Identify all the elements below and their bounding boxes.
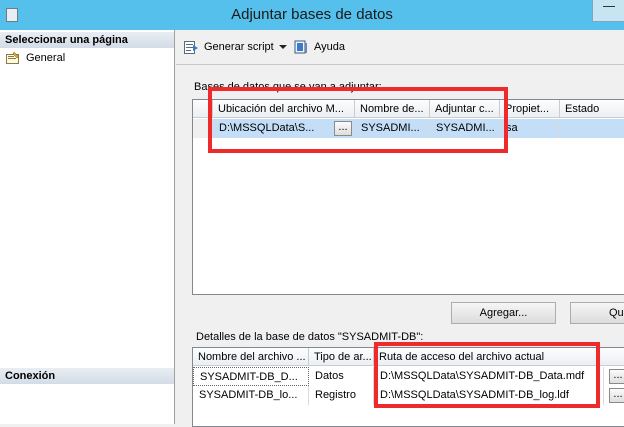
help-book-icon: [294, 40, 307, 54]
chevron-down-icon[interactable]: [278, 38, 288, 56]
sidebar-item-general[interactable]: General: [6, 50, 166, 66]
file-type-cell: Datos: [309, 367, 374, 386]
toolbar-divider: [176, 64, 624, 65]
file-type-cell: Registro: [309, 386, 374, 405]
remove-button[interactable]: Qui: [570, 302, 624, 324]
owner-cell[interactable]: sa: [500, 119, 560, 138]
column-header[interactable]: Estado: [560, 100, 624, 118]
browse-path-button[interactable]: ...: [609, 369, 624, 384]
connection-header: Conexión: [0, 368, 174, 384]
highlight-box: [208, 87, 508, 153]
page-selector-pane: Seleccionar una página General Conexión: [0, 30, 175, 424]
script-icon: [184, 41, 198, 54]
status-cell: [560, 119, 624, 138]
file-name-cell: SYSADMIT-DB_D...: [193, 367, 309, 386]
help-button[interactable]: Ayuda: [294, 38, 354, 56]
window-title: Adjuntar bases de datos: [231, 6, 393, 23]
minimize-button[interactable]: [592, 0, 624, 22]
generate-script-label: Generar script: [204, 41, 274, 53]
select-page-header: Seleccionar una página: [0, 32, 174, 48]
properties-page-icon: [6, 52, 20, 64]
toolbar: Generar script Ayuda: [176, 30, 624, 64]
column-header[interactable]: Propiet...: [500, 100, 560, 118]
browse-path-button[interactable]: ...: [609, 388, 624, 403]
add-button[interactable]: Agregar...: [451, 302, 556, 324]
file-name-cell: SYSADMIT-DB_lo...: [193, 386, 309, 405]
column-header[interactable]: Tipo de ar...: [309, 348, 374, 366]
help-label: Ayuda: [314, 41, 345, 53]
column-header[interactable]: Nombre del archivo ...: [193, 348, 309, 366]
highlight-box: [374, 342, 600, 408]
sidebar-item-label: General: [26, 52, 66, 64]
generate-script-button[interactable]: Generar script: [184, 38, 276, 56]
